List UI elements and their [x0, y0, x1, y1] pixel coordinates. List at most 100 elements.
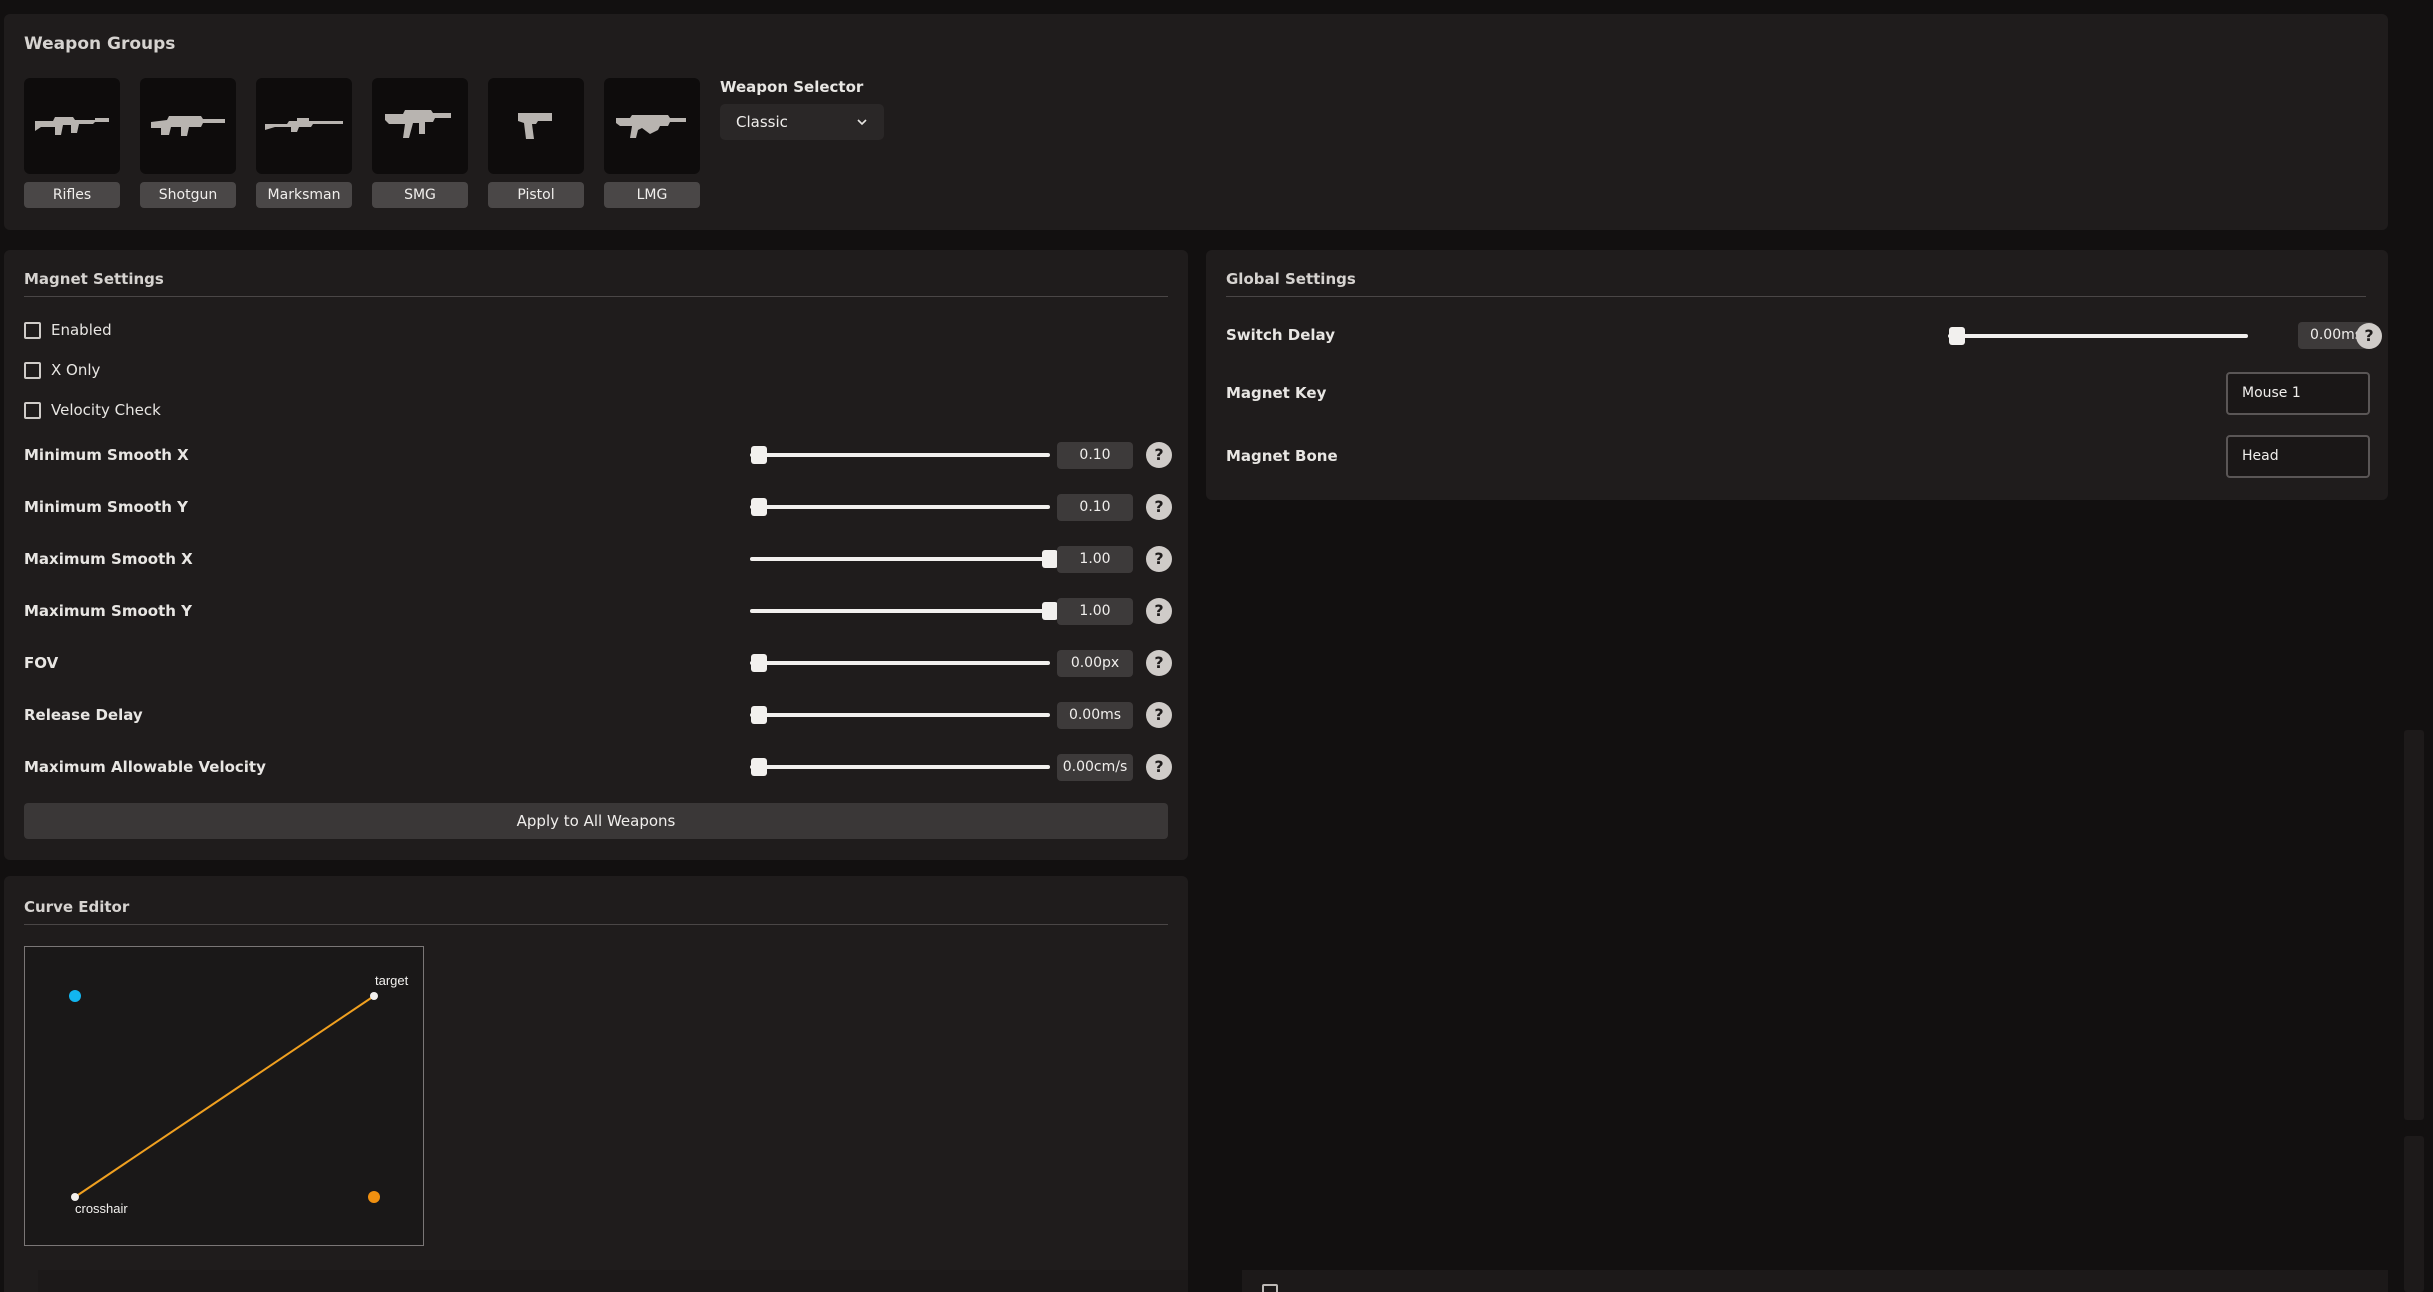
slider-thumb[interactable] [751, 498, 767, 516]
slider-track[interactable] [750, 654, 1050, 672]
help-icon[interactable]: ? [1146, 494, 1172, 520]
marksman-tile[interactable] [256, 78, 352, 174]
weapon-group-marksman[interactable]: Marksman [256, 78, 352, 208]
magnet-bone-field[interactable]: Head [2226, 435, 2370, 478]
magnet-settings-title: Magnet Settings [24, 270, 164, 288]
slider-thumb[interactable] [751, 706, 767, 724]
weapon-selector-dropdown[interactable]: Classic [720, 104, 884, 140]
weapon-groups-title: Weapon Groups [24, 34, 176, 54]
control-point-1[interactable] [69, 990, 81, 1002]
slider-row-max-smooth-y: Maximum Smooth Y 1.00 ? [24, 596, 1172, 626]
slider-track[interactable] [750, 758, 1050, 776]
scrollbar-lower[interactable] [2404, 1136, 2424, 1292]
help-icon[interactable]: ? [1146, 650, 1172, 676]
slider-label: Maximum Smooth X [24, 550, 193, 568]
checkbox-box[interactable] [1262, 1284, 1278, 1292]
apply-all-weapons-button[interactable]: Apply to All Weapons [24, 803, 1168, 839]
slider-label: Maximum Allowable Velocity [24, 758, 266, 776]
weapon-group-shotgun[interactable]: Shotgun [140, 78, 236, 208]
slider-value[interactable]: 0.00ms [1057, 702, 1133, 729]
control-point-2[interactable] [368, 1191, 380, 1203]
checkbox-box[interactable] [24, 321, 41, 339]
target-point[interactable] [370, 992, 378, 1000]
weapon-label-pistol: Pistol [488, 182, 584, 208]
checkbox-box[interactable] [24, 361, 41, 379]
slider-value[interactable]: 0.00px [1057, 650, 1133, 677]
slider-track[interactable] [750, 498, 1050, 516]
scrollbar-upper[interactable] [2404, 730, 2424, 1120]
checkbox-velocity-check[interactable]: Velocity Check [24, 400, 161, 420]
slider-value[interactable]: 0.10 [1057, 442, 1133, 469]
slider-label: Release Delay [24, 706, 143, 724]
weapon-selector-label: Weapon Selector [720, 78, 864, 96]
checkbox-label: Velocity Check [51, 401, 161, 419]
checkbox-label: X Only [51, 361, 101, 379]
slider-value[interactable]: 1.00 [1057, 598, 1133, 625]
shotgun-icon [151, 116, 225, 136]
target-label: target [375, 973, 409, 988]
slider-thumb[interactable] [1042, 550, 1058, 568]
chevron-down-icon [857, 119, 867, 126]
slider-row-release-delay: Release Delay 0.00ms ? [24, 700, 1172, 730]
slider-thumb[interactable] [751, 654, 767, 672]
slider-track[interactable] [750, 602, 1058, 620]
pistol-icon [518, 113, 552, 139]
slider-value[interactable]: 0.10 [1057, 494, 1133, 521]
lmg-tile[interactable] [604, 78, 700, 174]
shotgun-tile[interactable] [140, 78, 236, 174]
weapon-group-lmg[interactable]: LMG [604, 78, 700, 208]
slider-row-min-smooth-y: Minimum Smooth Y 0.10 ? [24, 492, 1172, 522]
slider-track[interactable] [750, 706, 1050, 724]
checkbox-label: Enabled [51, 321, 112, 339]
slider-label: Minimum Smooth X [24, 446, 189, 464]
rifle-icon [35, 117, 109, 135]
curve-canvas[interactable]: target crosshair [24, 946, 424, 1246]
slider-track[interactable] [750, 550, 1058, 568]
curve-editor-divider [24, 924, 1168, 925]
pistol-tile[interactable] [488, 78, 584, 174]
switch-delay-label: Switch Delay [1226, 326, 1335, 344]
global-settings-panel: Global Settings Switch Delay 0.00ms ? Ma… [1206, 250, 2388, 500]
checkbox-x-only[interactable]: X Only [24, 360, 100, 380]
slider-thumb[interactable] [751, 758, 767, 776]
slider-value[interactable]: 1.00 [1057, 546, 1133, 573]
crosshair-label: crosshair [75, 1201, 128, 1216]
help-icon[interactable]: ? [1146, 546, 1172, 572]
weapon-group-pistol[interactable]: Pistol [488, 78, 584, 208]
help-icon[interactable]: ? [1146, 598, 1172, 624]
weapon-groups-panel: Weapon Groups Rifles Shotgun Marksman SM… [4, 14, 2388, 230]
weapon-label-marksman: Marksman [256, 182, 352, 208]
crosshair-point[interactable] [71, 1193, 79, 1201]
help-icon[interactable]: ? [1146, 702, 1172, 728]
weapon-group-smg[interactable]: SMG [372, 78, 468, 208]
slider-label: Maximum Smooth Y [24, 602, 193, 620]
slider-track[interactable] [750, 446, 1050, 464]
checkbox-enabled[interactable]: Enabled [24, 320, 112, 340]
slider-row-min-smooth-x: Minimum Smooth X 0.10 ? [24, 440, 1172, 470]
global-settings-title: Global Settings [1226, 270, 1356, 288]
switch-delay-slider[interactable] [1948, 327, 2248, 345]
bottom-panel-right [1242, 1270, 2388, 1292]
weapon-label-smg: SMG [372, 182, 468, 208]
rifle-tile[interactable] [24, 78, 120, 174]
slider-label: Minimum Smooth Y [24, 498, 189, 516]
slider-value[interactable]: 0.00cm/s [1057, 754, 1133, 781]
weapon-group-rifles[interactable]: Rifles [24, 78, 120, 208]
help-icon[interactable]: ? [1146, 442, 1172, 468]
help-icon[interactable]: ? [2356, 323, 2382, 349]
slider-row-fov: FOV 0.00px ? [24, 648, 1172, 678]
smg-icon [385, 110, 451, 138]
slider-thumb[interactable] [1949, 327, 1965, 345]
checkbox-box[interactable] [24, 401, 41, 419]
magnet-settings-panel: Magnet Settings Enabled X Only Velocity … [4, 250, 1188, 860]
magnet-key-label: Magnet Key [1226, 384, 1327, 402]
lmg-icon [616, 115, 686, 138]
magnet-key-field[interactable]: Mouse 1 [2226, 372, 2370, 415]
slider-thumb[interactable] [751, 446, 767, 464]
smg-tile[interactable] [372, 78, 468, 174]
curve-editor-title: Curve Editor [24, 898, 130, 916]
slider-thumb[interactable] [1042, 602, 1058, 620]
help-icon[interactable]: ? [1146, 754, 1172, 780]
weapon-selector-value: Classic [736, 113, 788, 131]
marksman-icon [265, 118, 343, 132]
